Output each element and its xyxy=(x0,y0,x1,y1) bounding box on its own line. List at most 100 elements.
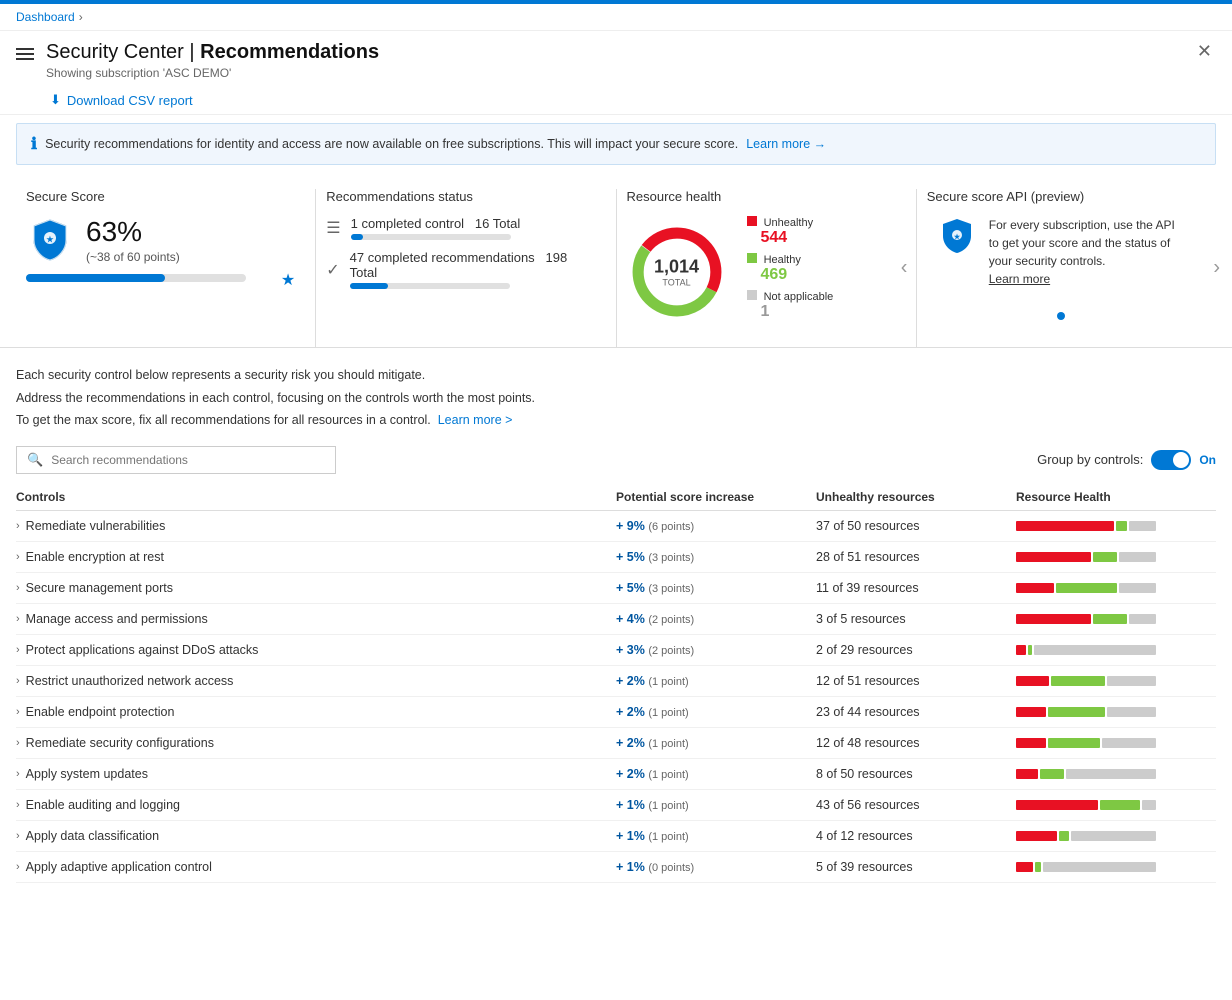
table-row[interactable]: › Enable auditing and logging + 1% (1 po… xyxy=(16,790,1216,821)
table-row[interactable]: › Protect applications against DDoS atta… xyxy=(16,635,1216,666)
col-controls-cell: › Enable endpoint protection xyxy=(16,705,616,719)
col-unhealthy-cell: 3 of 5 resources xyxy=(816,612,1016,626)
table-row[interactable]: › Remediate vulnerabilities + 9% (6 poin… xyxy=(16,511,1216,542)
rec-controls-text: 1 completed control 16 Total xyxy=(351,216,521,240)
col-controls-cell: › Apply data classification xyxy=(16,829,616,843)
table-row[interactable]: › Remediate security configurations + 2%… xyxy=(16,728,1216,759)
col-unhealthy-cell: 43 of 56 resources xyxy=(816,798,1016,812)
shield-icon: ★ xyxy=(26,216,74,264)
score-pts: (0 points) xyxy=(648,862,694,874)
download-csv-button[interactable]: ⬇ Download CSV report xyxy=(50,92,193,108)
expand-icon[interactable]: › xyxy=(16,799,20,811)
carousel-next-button[interactable]: › xyxy=(1213,257,1220,280)
expand-icon[interactable]: › xyxy=(16,768,20,780)
expand-icon[interactable]: › xyxy=(16,675,20,687)
close-button[interactable]: ✕ xyxy=(1193,41,1216,62)
bar-gray xyxy=(1034,645,1156,655)
table-row[interactable]: › Manage access and permissions + 4% (2 … xyxy=(16,604,1216,635)
bar-green xyxy=(1093,614,1127,624)
table-row[interactable]: › Apply data classification + 1% (1 poin… xyxy=(16,821,1216,852)
health-bar xyxy=(1016,676,1156,686)
expand-icon[interactable]: › xyxy=(16,582,20,594)
score-pts: (1 point) xyxy=(648,707,688,719)
table-row[interactable]: › Restrict unauthorized network access +… xyxy=(16,666,1216,697)
row-name: Manage access and permissions xyxy=(26,612,208,626)
search-input[interactable] xyxy=(51,453,325,467)
bar-red xyxy=(1016,614,1091,624)
bar-gray xyxy=(1066,769,1156,779)
score-pct: + 3% xyxy=(616,643,645,657)
bar-gray xyxy=(1142,800,1156,810)
col-unhealthy-cell: 37 of 50 resources xyxy=(816,519,1016,533)
expand-icon[interactable]: › xyxy=(16,737,20,749)
score-bar-bg xyxy=(26,274,246,282)
expand-icon[interactable]: › xyxy=(16,830,20,842)
bar-red xyxy=(1016,738,1046,748)
expand-icon[interactable]: › xyxy=(16,613,20,625)
score-pts: (3 points) xyxy=(648,583,694,595)
col-health-bar-cell xyxy=(1016,707,1216,717)
expand-icon[interactable]: › xyxy=(16,644,20,656)
row-name: Apply data classification xyxy=(26,829,159,843)
score-pct: + 4% xyxy=(616,612,645,626)
col-health-bar-cell xyxy=(1016,738,1216,748)
col-controls-cell: › Protect applications against DDoS atta… xyxy=(16,643,616,657)
expand-icon[interactable]: › xyxy=(16,551,20,563)
expand-icon[interactable]: › xyxy=(16,706,20,718)
table-row[interactable]: › Secure management ports + 5% (3 points… xyxy=(16,573,1216,604)
col-score-cell: + 2% (1 point) xyxy=(616,736,816,750)
health-bar xyxy=(1016,614,1156,624)
col-health-bar-cell xyxy=(1016,645,1216,655)
carousel-prev-button[interactable]: ‹ xyxy=(901,257,908,280)
menu-icon[interactable] xyxy=(16,45,34,63)
bar-gray xyxy=(1129,614,1156,624)
row-name: Enable encryption at rest xyxy=(26,550,164,564)
download-bar: ⬇ Download CSV report xyxy=(0,86,1232,115)
col-score-cell: + 3% (2 points) xyxy=(616,643,816,657)
group-by-toggle[interactable] xyxy=(1151,450,1191,470)
bar-gray xyxy=(1129,521,1156,531)
row-name: Protect applications against DDoS attack… xyxy=(26,643,259,657)
col-score-cell: + 4% (2 points) xyxy=(616,612,816,626)
col-health-bar-cell xyxy=(1016,521,1216,531)
col-unhealthy-cell: 11 of 39 resources xyxy=(816,581,1016,595)
score-pct: + 5% xyxy=(616,550,645,564)
rec-controls-item: ☰ 1 completed control 16 Total xyxy=(326,216,595,240)
info-banner: ℹ Security recommendations for identity … xyxy=(16,123,1216,165)
bar-gray xyxy=(1107,707,1156,717)
group-by-controls: Group by controls: On xyxy=(1037,450,1216,470)
page-title: Security Center | Recommendations xyxy=(46,41,379,64)
row-name: Remediate security configurations xyxy=(26,736,214,750)
score-pct: + 2% xyxy=(616,736,645,750)
bar-green xyxy=(1093,552,1117,562)
carousel-dot-1[interactable] xyxy=(1057,312,1065,320)
banner-learn-more-link[interactable]: Learn more → xyxy=(746,137,826,151)
score-pct: + 1% xyxy=(616,798,645,812)
context-learn-more-link[interactable]: Learn more > xyxy=(438,413,513,427)
col-score-cell: + 9% (6 points) xyxy=(616,519,816,533)
col-health-bar-cell xyxy=(1016,676,1216,686)
col-score-cell: + 1% (0 points) xyxy=(616,860,816,874)
bar-green xyxy=(1040,769,1064,779)
col-header-score: Potential score increase xyxy=(616,490,816,504)
table-row[interactable]: › Apply adaptive application control + 1… xyxy=(16,852,1216,883)
score-pts: (2 points) xyxy=(648,645,694,657)
banner-text: Security recommendations for identity an… xyxy=(45,137,738,151)
table-row[interactable]: › Apply system updates + 2% (1 point) 8 … xyxy=(16,759,1216,790)
col-controls-cell: › Remediate security configurations xyxy=(16,736,616,750)
bar-green xyxy=(1051,676,1105,686)
table-row[interactable]: › Enable encryption at rest + 5% (3 poin… xyxy=(16,542,1216,573)
row-name: Enable auditing and logging xyxy=(26,798,180,812)
recommendations-status-title: Recommendations status xyxy=(326,189,595,204)
rec-controls-count-row: 1 completed control 16 Total xyxy=(351,216,521,231)
col-health-bar-cell xyxy=(1016,831,1216,841)
expand-icon[interactable]: › xyxy=(16,861,20,873)
health-bar xyxy=(1016,552,1156,562)
expand-icon[interactable]: › xyxy=(16,520,20,532)
score-pts: (2 points) xyxy=(648,614,694,626)
api-learn-more-link[interactable]: Learn more xyxy=(989,272,1050,286)
score-pts: (6 points) xyxy=(648,521,694,533)
donut-center: 1,014 TOTAL xyxy=(654,256,699,287)
breadcrumb-dashboard[interactable]: Dashboard xyxy=(16,10,75,24)
table-row[interactable]: › Enable endpoint protection + 2% (1 poi… xyxy=(16,697,1216,728)
